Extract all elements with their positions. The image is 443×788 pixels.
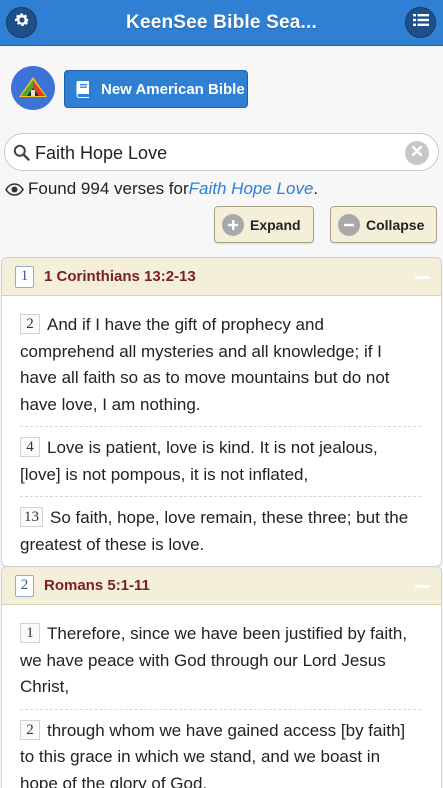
bible-version-button[interactable]: New American Bible [64, 70, 248, 108]
passage-reference[interactable]: 1 Corinthians 13:2-13 [44, 268, 196, 285]
results-query-text: Faith Hope Love [188, 179, 314, 198]
passage-header[interactable]: 1 1 Corinthians 13:2-13 [2, 258, 441, 296]
verse-text: through whom we have gained access [by f… [20, 720, 406, 788]
expand-button[interactable]: Expand [214, 206, 314, 243]
clear-search-button[interactable] [405, 141, 429, 165]
passage-index: 1 [15, 265, 34, 288]
version-row: New American Bible [0, 62, 443, 116]
collapse-passage-icon[interactable] [415, 585, 429, 588]
verse-number: 2 [20, 719, 40, 740]
menu-button[interactable] [405, 7, 436, 38]
search-input[interactable] [35, 142, 395, 164]
verse-number: 1 [20, 623, 40, 643]
results-summary: Found 994 verses for Faith Hope Love. [5, 179, 318, 199]
verse-item: 4 Love is patient, love is kind. It is no… [20, 427, 421, 497]
settings-button[interactable] [6, 7, 37, 38]
verse-list: 2 And if I have the gift of prophecy and … [2, 296, 441, 566]
verse-number: 4 [20, 437, 40, 457]
plus-icon [222, 213, 244, 236]
results-count-text: Found 994 verses for [28, 179, 189, 198]
verse-number: 13 [20, 507, 43, 527]
collapse-label: Collapse [366, 216, 425, 233]
list-icon [412, 13, 429, 32]
passage-card: 2 Romans 5:1-11 1 Therefore, since we hav… [1, 566, 442, 788]
app-logo[interactable] [11, 66, 55, 110]
gear-icon [13, 11, 31, 34]
collapse-passage-icon[interactable] [415, 276, 429, 279]
verse-item: 2 through whom we have gained access [by … [20, 710, 421, 788]
clear-icon [411, 144, 423, 162]
collapse-button[interactable]: Collapse [330, 206, 437, 243]
verse-text: And if I have the gift of prophecy and c… [20, 315, 390, 414]
search-icon [13, 144, 30, 166]
eye-icon [5, 182, 24, 196]
passage-card: 1 1 Corinthians 13:2-13 2 And if I have t… [1, 257, 442, 567]
app: KeenSee Bible Sea... New American Bible [0, 0, 443, 788]
verse-text: Therefore, since we have been justified … [20, 624, 408, 696]
verse-text: So faith, hope, love remain, these three… [20, 508, 409, 554]
expand-label: Expand [250, 216, 301, 233]
verse-item: 1 Therefore, since we have been justified… [20, 613, 421, 710]
bible-version-label: New American Bible [101, 80, 245, 98]
search-bar [4, 133, 439, 171]
passage-reference[interactable]: Romans 5:1-11 [44, 577, 150, 594]
passage-header[interactable]: 2 Romans 5:1-11 [2, 567, 441, 605]
app-title: KeenSee Bible Sea... [126, 11, 317, 33]
results-suffix: . [313, 179, 319, 198]
passage-index: 2 [15, 574, 34, 597]
book-icon [75, 80, 91, 98]
app-header: KeenSee Bible Sea... [0, 0, 443, 46]
minus-icon [338, 213, 360, 236]
verse-item: 2 And if I have the gift of prophecy and … [20, 304, 421, 427]
verse-number: 2 [20, 314, 40, 334]
verse-text: Love is patient, love is kind. It is not… [20, 438, 378, 484]
verse-list: 1 Therefore, since we have been justified… [2, 605, 441, 788]
verse-item: 13 So faith, hope, love remain, these thr… [20, 497, 421, 566]
